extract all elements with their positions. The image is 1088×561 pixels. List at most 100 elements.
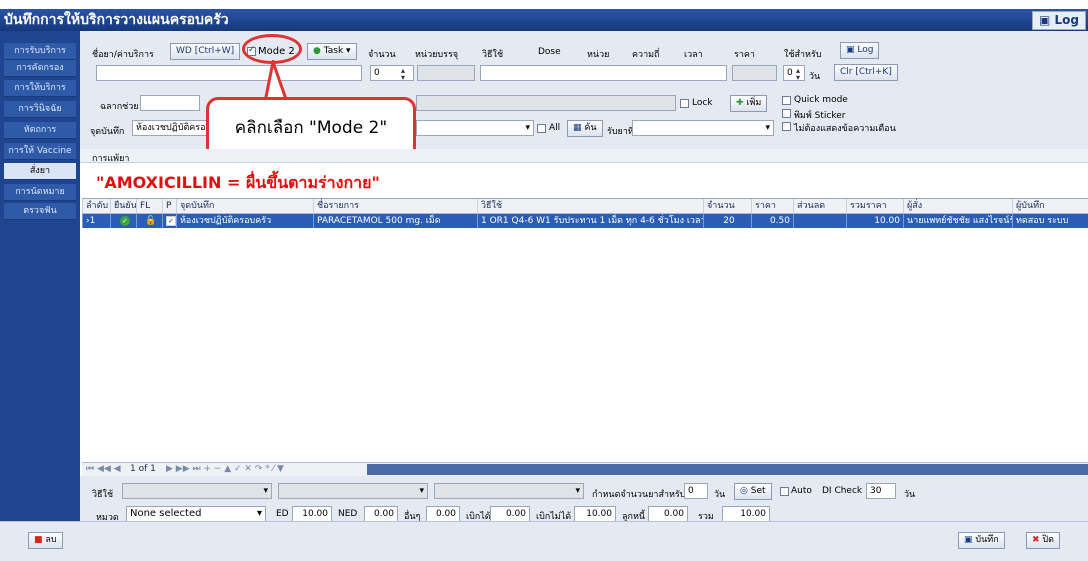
di-unit: วัน bbox=[904, 490, 916, 500]
task-icon: ● bbox=[313, 46, 321, 56]
log-button-top[interactable]: ▣ Log bbox=[1032, 11, 1086, 30]
receive-select[interactable]: ▾ bbox=[632, 120, 774, 136]
usage-input[interactable] bbox=[480, 65, 727, 81]
sidebar-item-prescribe[interactable]: สั่งยา bbox=[4, 163, 76, 180]
delete-icon: ■ bbox=[34, 535, 43, 545]
table-row[interactable]: ›1 ✓ 🔓 ✓ ห้องเวชปฏิบัติครอบครัว PARACETA… bbox=[82, 214, 1088, 228]
quick-mode-checkbox[interactable] bbox=[782, 96, 791, 105]
col-orderer[interactable]: ผู้สั่ง bbox=[903, 199, 1012, 213]
debtor-value: 0.00 bbox=[648, 506, 688, 522]
sidebar-item-dental[interactable]: ตรวจฟัน bbox=[4, 203, 76, 220]
sum-value: 10.00 bbox=[722, 506, 770, 522]
grid-navigator: ⏮ ◀◀ ◀ 1 of 1 ▶ ▶▶ ⏭ + − ▲ ✓ ✕ ↷ * ⁄ ▼ bbox=[82, 462, 1088, 476]
window-title: บันทึกการให้บริการวางแผนครอบครัว bbox=[4, 12, 229, 28]
usage-select-2[interactable]: ▾ bbox=[278, 483, 428, 499]
label-text: ฉลากช่วย bbox=[100, 102, 139, 112]
horizontal-scrollbar[interactable] bbox=[367, 464, 1088, 475]
task-button[interactable]: ● Task ▾ bbox=[307, 43, 357, 60]
order-grid: ลำดับ ยืนยัน FL P จุดบันทึก ชื่อรายการ ว… bbox=[82, 198, 1088, 463]
qty-input[interactable]: 0 ▴ ▾ bbox=[370, 65, 414, 81]
col-usage[interactable]: วิธีใช้ bbox=[477, 199, 703, 213]
for-header: ใช้สำหรับ bbox=[784, 50, 822, 60]
col-discount[interactable]: ส่วนลด bbox=[793, 199, 846, 213]
nav-next-last-icon[interactable]: ▶ ▶▶ ⏭ + − ▲ ✓ ✕ ↷ * ⁄ ▼ bbox=[166, 464, 284, 474]
unit-input[interactable] bbox=[417, 65, 475, 81]
usage-select-1[interactable]: ▾ bbox=[122, 483, 272, 499]
lock-icon[interactable]: 🔓 bbox=[136, 214, 162, 228]
save-button[interactable]: ▣ บันทึก bbox=[958, 532, 1005, 549]
point-dropdown[interactable]: ▾ bbox=[416, 120, 534, 136]
allergy-tab[interactable]: การแพ้ยา bbox=[92, 151, 129, 165]
sidebar-item-diagnosis[interactable]: การวินิจฉัย bbox=[4, 101, 76, 118]
category-select[interactable]: None selected ▾ bbox=[126, 506, 266, 522]
print-sticker-checkbox[interactable] bbox=[782, 109, 791, 118]
limit-label: กำหนดจำนวนยาสำหรับ bbox=[592, 490, 686, 500]
top-strip bbox=[0, 0, 1088, 9]
row-qty: 20 bbox=[703, 214, 751, 228]
auto-label[interactable]: Auto bbox=[791, 486, 812, 496]
confirm-check-icon[interactable]: ✓ bbox=[110, 214, 136, 228]
col-point[interactable]: จุดบันทึก bbox=[176, 199, 313, 213]
col-recorder[interactable]: ผู้บันทึก bbox=[1012, 199, 1088, 213]
print-sticker-label[interactable]: พิมพ์ Sticker bbox=[794, 108, 845, 122]
lock-label[interactable]: Lock bbox=[692, 98, 713, 108]
sidebar-item-reception[interactable]: การรับบริการ bbox=[4, 43, 76, 60]
delete-button[interactable]: ■ ลบ bbox=[28, 532, 63, 549]
lock-checkbox[interactable] bbox=[680, 99, 689, 108]
nav-first-prev-icon[interactable]: ⏮ ◀◀ ◀ bbox=[86, 464, 121, 474]
add-button[interactable]: ✚ เพิ่ม bbox=[730, 95, 768, 112]
set-button[interactable]: ◎ Set bbox=[734, 483, 772, 500]
close-button[interactable]: ✖ ปิด bbox=[1026, 532, 1060, 549]
days-input[interactable]: 0 ▴ ▾ bbox=[783, 65, 805, 81]
di-check-input[interactable]: 30 bbox=[866, 483, 896, 499]
col-confirm[interactable]: ยืนยัน bbox=[110, 199, 137, 213]
col-price[interactable]: ราคา bbox=[751, 199, 793, 213]
price-header: ราคา bbox=[734, 50, 755, 60]
clr-button[interactable]: Clr [Ctrl+K] bbox=[834, 64, 898, 81]
print-checkbox[interactable]: ✓ bbox=[162, 214, 176, 228]
col-p[interactable]: P bbox=[162, 199, 176, 213]
label-input[interactable] bbox=[140, 95, 200, 111]
qty-header: จำนวน bbox=[368, 50, 396, 60]
drug-input[interactable] bbox=[96, 65, 362, 81]
quick-mode-label[interactable]: Quick mode bbox=[794, 95, 848, 105]
row-discount bbox=[793, 214, 846, 228]
sidebar: การรับบริการ การคัดกรอง การให้บริการ การ… bbox=[0, 31, 80, 521]
col-total[interactable]: รวมราคา bbox=[846, 199, 903, 213]
price-input[interactable] bbox=[732, 65, 777, 81]
col-name[interactable]: ชื่อรายการ bbox=[313, 199, 477, 213]
no-warn-label[interactable]: ไม่ต้องแสดงข้อความเตือน bbox=[794, 121, 896, 135]
all-label[interactable]: All bbox=[549, 123, 560, 133]
label-extra-input[interactable] bbox=[416, 95, 676, 111]
sidebar-item-service[interactable]: การให้บริการ bbox=[4, 80, 76, 97]
search-button[interactable]: ▦ ค้น bbox=[567, 120, 603, 137]
save-icon: ▣ bbox=[964, 535, 973, 545]
usage-select-3[interactable]: ▾ bbox=[434, 483, 584, 499]
receive-label: รับยาที่ bbox=[607, 127, 634, 137]
ned-value: 0.00 bbox=[364, 506, 398, 522]
freq-header: ความถี่ bbox=[632, 50, 660, 60]
close-icon: ✖ bbox=[1032, 535, 1040, 545]
days-unit: วัน bbox=[809, 72, 821, 82]
sidebar-item-screening[interactable]: การคัดกรอง bbox=[4, 60, 76, 77]
window-title-bar: บันทึกการให้บริการวางแผนครอบครัว ▣ Log bbox=[0, 9, 1088, 31]
col-fl[interactable]: FL bbox=[136, 199, 162, 213]
auto-checkbox[interactable] bbox=[780, 487, 789, 496]
wd-button[interactable]: WD [Ctrl+W] bbox=[170, 43, 241, 60]
other-value: 0.00 bbox=[426, 506, 460, 522]
no-warn-checkbox[interactable] bbox=[782, 122, 791, 131]
all-checkbox[interactable] bbox=[537, 124, 546, 133]
usage-header: วิธีใช้ bbox=[482, 50, 504, 60]
col-qty[interactable]: จำนวน bbox=[703, 199, 751, 213]
row-orderer: นายแพทย์ชัชชัย แสงไรจน์รั bbox=[903, 214, 1012, 228]
point-label: จุดบันทึก bbox=[90, 127, 125, 137]
limit-input[interactable]: 0 bbox=[684, 483, 708, 499]
sidebar-item-appointment[interactable]: การนัดหมาย bbox=[4, 184, 76, 201]
sidebar-item-vaccine[interactable]: การให้ Vaccine bbox=[4, 143, 76, 160]
allergy-tab-strip bbox=[80, 149, 1088, 163]
log-button[interactable]: ▣ Log bbox=[840, 42, 880, 59]
time-header: เวลา bbox=[684, 50, 703, 60]
sidebar-item-procedure[interactable]: หัตถการ bbox=[4, 122, 76, 139]
dose-unit-header: หน่วย bbox=[587, 50, 610, 60]
col-no[interactable]: ลำดับ bbox=[82, 199, 110, 213]
